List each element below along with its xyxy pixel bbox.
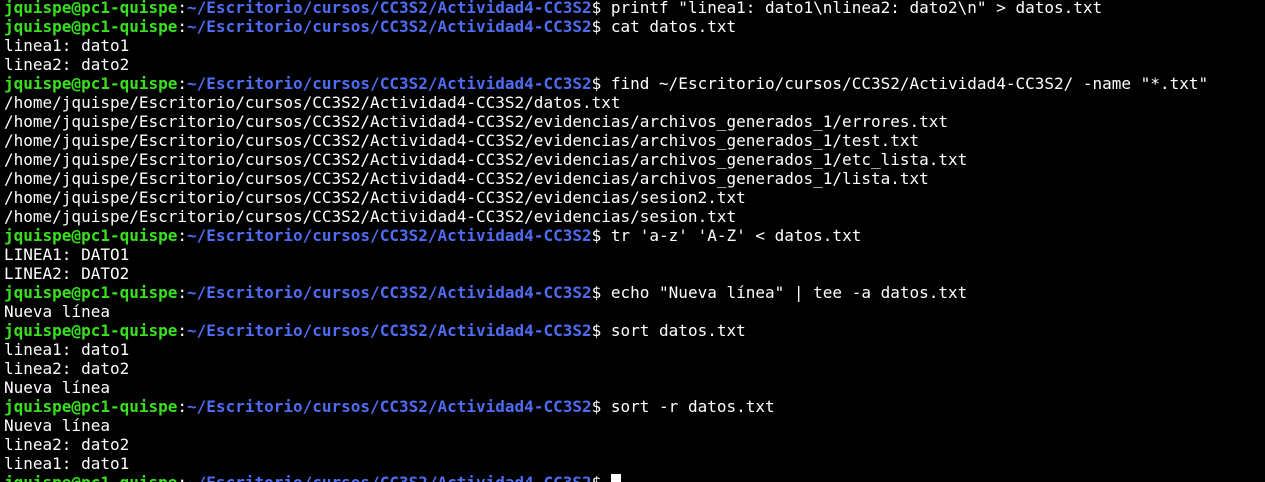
prompt-path: ~/Escritorio/cursos/CC3S2/Actividad4-CC3… <box>187 321 592 340</box>
output-line: /home/jquispe/Escritorio/cursos/CC3S2/Ac… <box>4 207 737 226</box>
command-text: tr 'a-z' 'A-Z' < datos.txt <box>610 226 862 245</box>
prompt-path: ~/Escritorio/cursos/CC3S2/Actividad4-CC3… <box>187 0 592 17</box>
prompt-symbol: $ <box>591 283 611 302</box>
prompt-symbol: $ <box>592 473 611 482</box>
command-text: sort -r datos.txt <box>610 397 775 416</box>
output-line: /home/jquispe/Escritorio/cursos/CC3S2/Ac… <box>4 169 929 188</box>
prompt-user-host: jquispe@pc1-quispe <box>4 397 178 416</box>
output-line: linea2: dato2 <box>4 55 130 74</box>
command-text: cat datos.txt <box>610 17 737 36</box>
command-text: echo "Nueva línea" | tee -a datos.txt <box>610 283 968 302</box>
prompt-line: jquispe@pc1-quispe:~/Escritorio/cursos/C… <box>4 321 1265 340</box>
prompt-line: jquispe@pc1-quispe:~/Escritorio/cursos/C… <box>4 397 1265 416</box>
output-line: LINEA2: DATO2 <box>4 264 130 283</box>
prompt-symbol: $ <box>591 397 611 416</box>
prompt-symbol: $ <box>591 226 611 245</box>
prompt-line: jquispe@pc1-quispe:~/Escritorio/cursos/C… <box>4 473 1265 482</box>
prompt-line: jquispe@pc1-quispe:~/Escritorio/cursos/C… <box>4 283 1265 302</box>
output-line: linea2: dato2 <box>4 435 130 454</box>
prompt-user-host: jquispe@pc1-quispe <box>4 0 178 17</box>
prompt-user-host: jquispe@pc1-quispe <box>4 473 177 482</box>
command-text: sort datos.txt <box>610 321 746 340</box>
command-text: printf "linea1: dato1\nlinea2: dato2\n" … <box>610 0 1103 17</box>
command-text: find ~/Escritorio/cursos/CC3S2/Actividad… <box>610 74 1209 93</box>
prompt-line: jquispe@pc1-quispe:~/Escritorio/cursos/C… <box>4 74 1265 93</box>
prompt-symbol: $ <box>591 321 611 340</box>
prompt-colon: : <box>177 283 188 302</box>
output-line: /home/jquispe/Escritorio/cursos/CC3S2/Ac… <box>4 131 920 150</box>
prompt-line: jquispe@pc1-quispe:~/Escritorio/cursos/C… <box>4 226 1265 245</box>
prompt-colon: : <box>177 0 188 17</box>
output-line: /home/jquispe/Escritorio/cursos/CC3S2/Ac… <box>4 112 949 131</box>
prompt-colon: : <box>177 74 188 93</box>
prompt-user-host: jquispe@pc1-quispe <box>4 283 178 302</box>
prompt-symbol: $ <box>591 0 611 17</box>
prompt-path: ~/Escritorio/cursos/CC3S2/Actividad4-CC3… <box>187 226 592 245</box>
output-line: LINEA1: DATO1 <box>4 245 130 264</box>
prompt-user-host: jquispe@pc1-quispe <box>4 226 178 245</box>
output-line: Nueva línea <box>4 302 110 321</box>
prompt-symbol: $ <box>591 74 611 93</box>
prompt-colon: : <box>177 17 188 36</box>
prompt-colon: : <box>177 226 188 245</box>
text-cursor[interactable] <box>610 474 621 482</box>
prompt-path: ~/Escritorio/cursos/CC3S2/Actividad4-CC3… <box>187 17 592 36</box>
prompt-path: ~/Escritorio/cursos/CC3S2/Actividad4-CC3… <box>187 397 592 416</box>
output-line: linea1: dato1 <box>4 340 130 359</box>
output-line: Nueva línea <box>4 378 110 397</box>
prompt-path: ~/Escritorio/cursos/CC3S2/Actividad4-CC3… <box>187 473 592 482</box>
output-line: linea2: dato2 <box>4 359 130 378</box>
output-line: /home/jquispe/Escritorio/cursos/CC3S2/Ac… <box>4 188 746 207</box>
output-line: linea1: dato1 <box>4 454 130 473</box>
terminal-window[interactable]: jquispe@pc1-quispe:~/Escritorio/cursos/C… <box>4 0 1265 482</box>
output-line: /home/jquispe/Escritorio/cursos/CC3S2/Ac… <box>4 150 968 169</box>
output-line: linea1: dato1 <box>4 36 130 55</box>
prompt-user-host: jquispe@pc1-quispe <box>4 74 178 93</box>
prompt-colon: : <box>177 397 188 416</box>
prompt-user-host: jquispe@pc1-quispe <box>4 321 178 340</box>
prompt-path: ~/Escritorio/cursos/CC3S2/Actividad4-CC3… <box>187 283 592 302</box>
prompt-path: ~/Escritorio/cursos/CC3S2/Actividad4-CC3… <box>187 74 592 93</box>
output-line: /home/jquispe/Escritorio/cursos/CC3S2/Ac… <box>4 93 621 112</box>
prompt-colon: : <box>177 321 188 340</box>
prompt-line: jquispe@pc1-quispe:~/Escritorio/cursos/C… <box>4 17 1265 36</box>
prompt-user-host: jquispe@pc1-quispe <box>4 17 178 36</box>
prompt-line: jquispe@pc1-quispe:~/Escritorio/cursos/C… <box>4 0 1265 17</box>
output-line: Nueva línea <box>4 416 110 435</box>
prompt-symbol: $ <box>591 17 611 36</box>
prompt-colon: : <box>177 473 187 482</box>
